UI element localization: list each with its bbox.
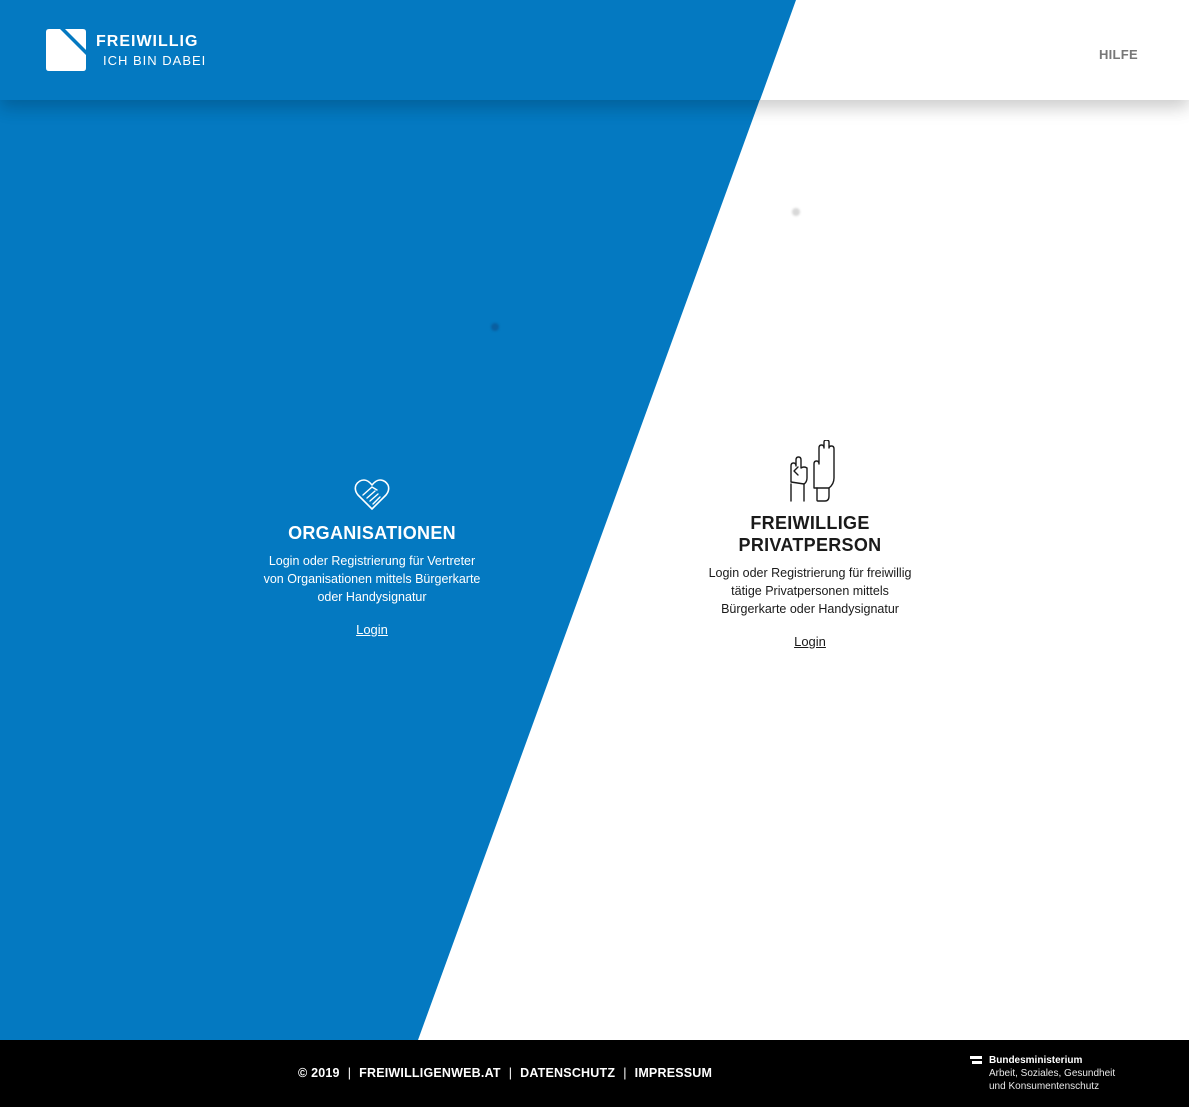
footer-separator: | (347, 1066, 352, 1080)
footer-separator: | (623, 1066, 627, 1080)
organisations-panel: ORGANISATIONEN Login oder Registrierung … (262, 478, 482, 639)
ministry-name: Bundesministerium Arbeit, Soziales, Gesu… (989, 1054, 1115, 1093)
decorative-dot (491, 323, 499, 331)
heart-handshake-icon (354, 479, 390, 510)
freiwilligenweb-link[interactable]: FREIWILLIGENWEB.AT (359, 1066, 501, 1080)
decorative-dot (792, 208, 800, 216)
organisations-title: ORGANISATIONEN (288, 523, 456, 543)
site-header: FREIWILLIG ICH BIN DABEI HILFE (0, 0, 1189, 100)
home-logo-link[interactable]: FREIWILLIG ICH BIN DABEI (46, 29, 206, 71)
site-footer: © 2019 | FREIWILLIGENWEB.AT | DATENSCHUT… (0, 1040, 1189, 1107)
ministry-logo: Bundesministerium Arbeit, Soziales, Gesu… (970, 1054, 1115, 1093)
ministry-line-1: Bundesministerium (989, 1055, 1083, 1066)
organisations-description: Login oder Registrierung für Vertreter v… (263, 554, 481, 604)
private-person-login-link[interactable]: Login (794, 634, 826, 649)
footer-separator: | (508, 1066, 513, 1080)
private-person-description: Login oder Registrierung für freiwillig … (708, 566, 912, 616)
diagonal-background (0, 0, 1189, 1040)
ministry-line-2: Arbeit, Soziales, Gesundheit (989, 1068, 1116, 1079)
raised-hands-icon (790, 440, 835, 502)
logo-subtitle: ICH BIN DABEI (103, 52, 207, 68)
freiwillig-logo-icon (46, 29, 86, 71)
private-person-title: FREIWILLIGE PRIVATPERSON (738, 513, 882, 555)
logo-title: FREIWILLIG (96, 32, 199, 50)
impressum-link[interactable]: IMPRESSUM (635, 1066, 713, 1080)
help-link[interactable]: HILFE (1099, 47, 1138, 62)
footer-links: © 2019 | FREIWILLIGENWEB.AT | DATENSCHUT… (298, 1066, 712, 1080)
copyright-text: © 2019 (298, 1066, 340, 1080)
private-person-panel: FREIWILLIGE PRIVATPERSON Login oder Regi… (700, 440, 920, 651)
logo-text: FREIWILLIG ICH BIN DABEI (96, 32, 207, 68)
ministry-line-3: und Konsumentenschutz (989, 1081, 1100, 1092)
datenschutz-link[interactable]: DATENSCHUTZ (520, 1066, 615, 1080)
austria-flag-icon (970, 1056, 982, 1064)
organisations-login-link[interactable]: Login (356, 622, 388, 637)
